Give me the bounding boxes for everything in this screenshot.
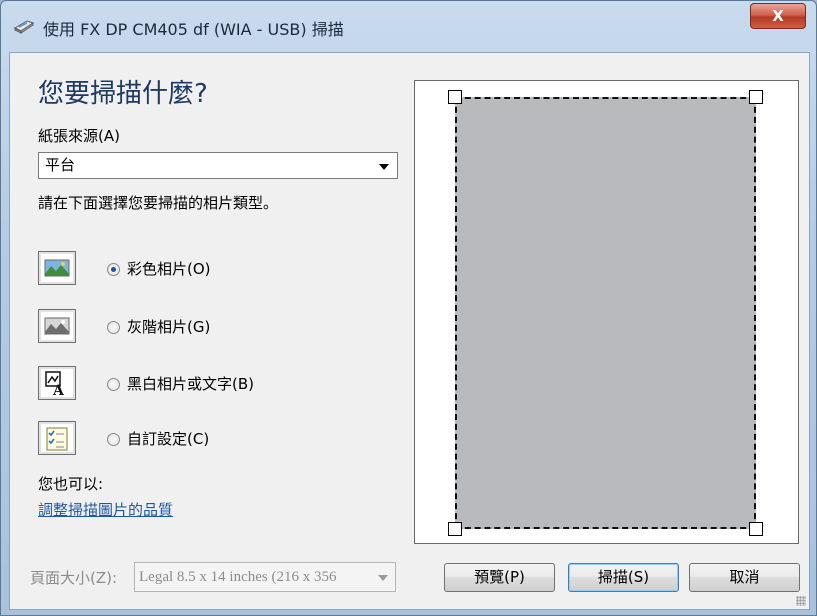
- also-can-label: 您也可以:: [38, 475, 104, 493]
- adjust-quality-link[interactable]: 調整掃描圖片的品質: [38, 499, 173, 520]
- resize-handle-top-right[interactable]: [749, 90, 763, 104]
- paper-source-select[interactable]: 平台: [38, 152, 398, 179]
- page-title: 您要掃描什麼?: [38, 79, 208, 109]
- window-title: 使用 FX DP CM405 df (WIA - USB) 掃描: [43, 20, 344, 39]
- dialog-body: 您要掃描什麼? 紙張來源(A) 平台 請在下面選擇您要掃描的相片類型。 彩色相片…: [9, 52, 810, 610]
- grayscale-photo-label[interactable]: 灰階相片(G): [127, 316, 210, 337]
- resize-handle-bottom-left[interactable]: [448, 522, 462, 536]
- chevron-down-icon: [379, 164, 389, 170]
- custom-settings-icon[interactable]: [38, 421, 76, 455]
- preview-pane: [414, 80, 799, 544]
- page-size-select: Legal 8.5 x 14 inches (216 x 356: [134, 562, 396, 592]
- scan-dialog-window: 使用 FX DP CM405 df (WIA - USB) 掃描 X 您要掃描什…: [0, 0, 817, 616]
- title-bar[interactable]: 使用 FX DP CM405 df (WIA - USB) 掃描 X: [1, 1, 816, 51]
- cancel-button[interactable]: 取消: [689, 563, 800, 592]
- paper-source-value: 平台: [45, 156, 76, 174]
- custom-settings-radio[interactable]: [107, 433, 120, 446]
- scan-button[interactable]: 掃描(S): [568, 563, 679, 592]
- resize-handle-bottom-right[interactable]: [749, 522, 763, 536]
- custom-settings-label[interactable]: 自訂設定(C): [127, 428, 209, 449]
- instruction-text: 請在下面選擇您要掃描的相片類型。: [38, 194, 279, 212]
- svg-text:A: A: [52, 383, 65, 399]
- paper-source-label: 紙張來源(A): [38, 127, 120, 145]
- scan-region[interactable]: [455, 97, 756, 529]
- scanner-icon: [13, 17, 35, 35]
- page-size-value: Legal 8.5 x 14 inches (216 x 356: [139, 569, 337, 585]
- page-size-label: 頁面大小(Z):: [30, 569, 118, 587]
- close-button[interactable]: X: [750, 3, 806, 29]
- resize-handle-top-left[interactable]: [448, 90, 462, 104]
- resize-grip-icon[interactable]: [796, 596, 806, 606]
- color-photo-radio[interactable]: [107, 263, 120, 276]
- grayscale-photo-radio[interactable]: [107, 321, 120, 334]
- chevron-down-icon: [378, 575, 388, 581]
- black-white-text-radio[interactable]: [107, 378, 120, 391]
- grayscale-photo-icon[interactable]: [38, 309, 76, 343]
- color-photo-icon[interactable]: [38, 251, 76, 285]
- color-photo-label[interactable]: 彩色相片(O): [127, 258, 211, 279]
- black-white-text-icon[interactable]: A: [38, 366, 76, 400]
- black-white-text-label[interactable]: 黑白相片或文字(B): [127, 373, 254, 394]
- preview-button[interactable]: 預覽(P): [444, 563, 555, 592]
